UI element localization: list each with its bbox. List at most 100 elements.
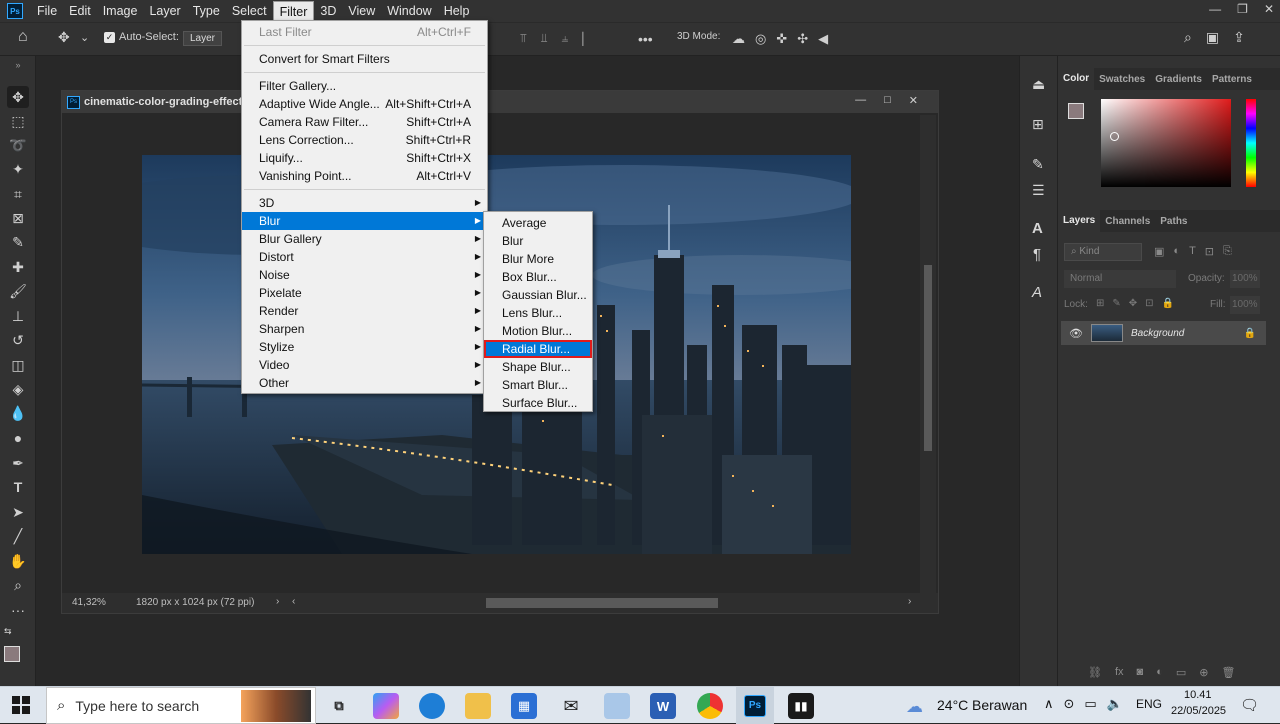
move-tool-icon[interactable]: ✥ [58,29,70,46]
audio-app-icon[interactable]: ▮▮ [788,693,814,719]
menu-item-vanishing-point[interactable]: Vanishing Point... Alt+Ctrl+V [242,167,487,185]
new-adjustment-icon[interactable]: ◐ [1156,666,1163,679]
eraser-tool-icon[interactable]: ◫ [7,354,29,376]
blur-tool-icon[interactable]: 💧 [7,402,29,424]
taskbar-search-box[interactable]: ⌕ Type here to search [46,687,316,724]
menu-select[interactable]: Select [226,1,273,21]
network-icon[interactable]: ▭ [1084,696,1096,712]
horizontal-scroll-thumb[interactable] [486,598,718,608]
smart-object-filter-icon[interactable]: ⎘ [1223,245,1232,258]
new-layer-icon[interactable]: ⊕ [1199,666,1208,679]
menu-item-other[interactable]: Other ▶ [242,374,487,392]
clone-stamp-icon[interactable]: ⊥ [7,305,29,327]
3d-orbit-icon[interactable]: ☁ [732,31,745,47]
3d-pan-icon[interactable]: ✜ [776,31,787,47]
close-icon[interactable]: ✕ [1264,2,1274,16]
blur-item-blur[interactable]: Blur [484,232,592,250]
zoom-level[interactable]: 41,32% [72,597,106,608]
task-view-icon[interactable]: ⧉ [326,693,352,719]
copilot-icon[interactable] [373,693,399,719]
hue-slider[interactable] [1246,99,1256,187]
frame-tool-icon[interactable]: ⊠ [7,207,29,229]
tab-patterns[interactable]: Patterns [1207,74,1257,85]
color-foreground-swatch[interactable] [1068,103,1084,119]
align-left-icon[interactable]: ▏ [582,32,591,46]
menu-item-blur-gallery[interactable]: Blur Gallery ▶ [242,230,487,248]
lock-pixels-icon[interactable]: ✎ [1112,298,1120,309]
menu-image[interactable]: Image [97,1,144,21]
menu-layer[interactable]: Layer [143,1,186,21]
fill-value[interactable]: 100% [1230,296,1260,314]
menu-item-lens-correction[interactable]: Lens Correction... Shift+Ctrl+R [242,131,487,149]
menu-help[interactable]: Help [438,1,476,21]
fx-icon[interactable]: fx [1115,666,1124,679]
tray-chevron-icon[interactable]: ∧ [1044,696,1054,712]
menu-item-video[interactable]: Video ▶ [242,356,487,374]
vertical-scroll-thumb[interactable] [924,265,932,451]
menu-item-camera-raw-filter[interactable]: Camera Raw Filter... Shift+Ctrl+A [242,113,487,131]
tab-gradients[interactable]: Gradients [1150,74,1207,85]
microsoft-store-icon[interactable]: ▦ [511,693,537,719]
weather-temperature[interactable]: 24°C [937,697,968,713]
restore-icon[interactable]: ❐ [1237,2,1248,16]
menu-item-noise[interactable]: Noise ▶ [242,266,487,284]
tool-preset-chevron-icon[interactable]: ⌄ [80,31,89,44]
history-brush-icon[interactable]: ↺ [7,329,29,351]
menu-item-render[interactable]: Render ▶ [242,302,487,320]
vertical-scrollbar[interactable] [920,115,936,593]
auto-select-checkbox[interactable]: ✓ Auto-Select: [104,31,179,43]
menu-item-adaptive-wide-angle[interactable]: Adaptive Wide Angle... Alt+Shift+Ctrl+A [242,95,487,113]
opacity-value[interactable]: 100% [1230,270,1260,288]
pixel-filter-icon[interactable]: ▣ [1154,245,1164,258]
paint-bucket-icon[interactable]: ◈ [7,378,29,400]
glyphs-panel-icon[interactable]: A [1032,284,1042,301]
blur-item-motion-blur[interactable]: Motion Blur... [484,322,592,340]
status-menu-arrow-icon[interactable]: › [276,596,279,607]
menu-file[interactable]: File [31,1,63,21]
notepad-icon[interactable] [604,693,630,719]
tab-layers[interactable]: Layers [1058,210,1101,232]
menu-view[interactable]: View [342,1,381,21]
add-mask-icon[interactable]: ◙ [1137,666,1144,679]
blur-item-shape-blur[interactable]: Shape Blur... [484,358,592,376]
menu-type[interactable]: Type [187,1,226,21]
adjustment-filter-icon[interactable]: ◐ [1173,245,1180,258]
tray-app-icon[interactable]: ⊙ [1064,696,1075,712]
layer-name[interactable]: Background [1131,328,1184,339]
home-icon[interactable]: ⌂ [18,28,28,46]
type-tool-icon[interactable]: T [7,476,29,498]
blend-mode-select[interactable]: Normal [1064,270,1176,288]
blur-item-lens-blur[interactable]: Lens Blur... [484,304,592,322]
notifications-icon[interactable]: 🗨 [1240,696,1259,714]
layer-row-background[interactable]: 👁 Background 🔒 [1061,321,1266,345]
menu-item-pixelate[interactable]: Pixelate ▶ [242,284,487,302]
hand-tool-icon[interactable]: ✋ [7,550,29,572]
blur-item-average[interactable]: Average [484,214,592,232]
layer-kind-filter[interactable]: ⌕ Kind [1064,243,1142,261]
blur-item-surface-blur[interactable]: Surface Blur... [484,394,592,412]
weather-description[interactable]: Berawan [972,697,1027,713]
color-field[interactable] [1101,99,1231,187]
crop-tool-icon[interactable]: ⌗ [7,183,29,205]
edge-icon[interactable] [419,693,445,719]
menu-item-last-filter[interactable]: Last Filter Alt+Ctrl+F [242,23,487,41]
mail-icon[interactable]: ✉ [558,693,584,719]
doc-close-icon[interactable]: ✕ [909,94,918,107]
blur-item-radial-blur[interactable]: Radial Blur... [484,340,592,358]
swap-colors-icon[interactable]: ⇆ [4,626,12,637]
color-picker-cursor-icon[interactable] [1110,132,1119,141]
blur-item-box-blur[interactable]: Box Blur... [484,268,592,286]
weather-cloud-icon[interactable]: ☁ [906,697,923,717]
edit-toolbar-icon[interactable]: ··· [7,599,29,621]
menu-item-filter-gallery[interactable]: Filter Gallery... [242,77,487,95]
healing-brush-icon[interactable]: ✚ [7,256,29,278]
3d-slide-icon[interactable]: ✣ [797,31,808,47]
menu-3d[interactable]: 3D [314,1,342,21]
scroll-left-icon[interactable]: ‹ [292,596,295,607]
menu-item-blur[interactable]: Blur ▶ [242,212,487,230]
clock-time[interactable]: 10.41 [1184,689,1212,701]
menu-filter[interactable]: Filter [272,1,315,21]
adjustments-icon[interactable]: ☰ [1032,182,1045,199]
foreground-color-swatch[interactable] [4,646,20,662]
shape-filter-icon[interactable]: ⊡ [1205,245,1214,258]
